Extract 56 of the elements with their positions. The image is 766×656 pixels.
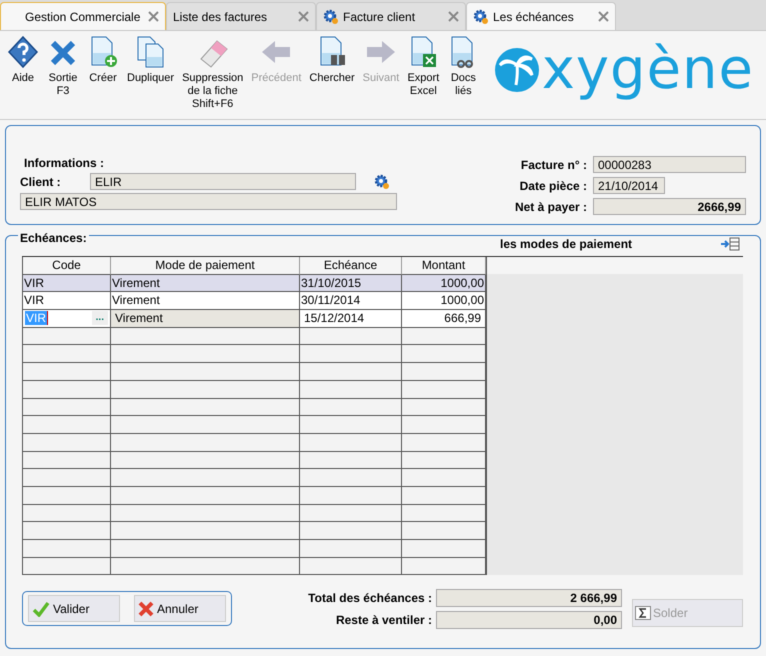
tab[interactable]: Gestion Commerciale [0, 2, 166, 30]
logo: xygène [492, 35, 762, 105]
tab[interactable]: Liste des factures [166, 2, 316, 30]
total-label: Total des échéances : [307, 591, 432, 605]
close-icon[interactable] [298, 11, 309, 22]
section-title: Informations : [24, 156, 105, 170]
toolbar-button[interactable]: Sortie F3 [44, 35, 82, 98]
cancel-button[interactable]: Annuler [134, 595, 226, 622]
gear-icon [473, 8, 489, 24]
table-cell: Virement [111, 292, 300, 310]
toolbar-button[interactable]: Suppression de la fiche Shift+F6 [179, 35, 246, 111]
tab[interactable]: Facture client [316, 2, 466, 30]
toolbar-button[interactable]: Créer [84, 35, 122, 85]
field-label: Facture n° : [520, 158, 587, 172]
toolbar-button[interactable]: Docs liés [444, 35, 482, 98]
table-cell: 31/10/2015 [300, 274, 402, 292]
tab[interactable]: Les échéances [466, 2, 616, 30]
sigma-icon [635, 606, 651, 620]
help-icon [7, 35, 39, 69]
close-icon[interactable] [598, 11, 609, 22]
gear-icon [374, 174, 390, 190]
input-field[interactable]: 21/10/2014 [593, 177, 665, 194]
gear-icon [323, 8, 339, 24]
toolbar-button[interactable]: Export Excel [404, 35, 442, 98]
client-label: Client : [20, 174, 62, 188]
table-cell[interactable]: VIR ... [23, 310, 111, 328]
input-field[interactable]: 2666,99 [593, 198, 746, 215]
total-label: Reste à ventiler : [334, 613, 432, 627]
table-cell: 15/12/2014 [300, 310, 402, 328]
toolbar-button[interactable]: Aide [4, 35, 42, 85]
column-chooser-icon[interactable] [720, 237, 740, 251]
close-icon[interactable] [148, 11, 159, 22]
table-cell: 666,99 [402, 310, 486, 328]
validate-button[interactable]: Valider [28, 595, 120, 622]
total-field: 0,00 [436, 611, 622, 629]
close-icon[interactable] [448, 11, 459, 22]
check-icon [32, 600, 50, 616]
table-cell: 1000,00 [402, 292, 486, 310]
panel-title: Echéances: [18, 231, 89, 245]
total-field: 2 666,99 [436, 589, 622, 607]
toolbar-button[interactable]: Dupliquer [124, 35, 178, 85]
table-cell: 1000,00 [402, 274, 486, 292]
browse-button[interactable]: ... [92, 311, 108, 326]
client-code-field[interactable]: ELIR [90, 173, 356, 190]
field-label: Date pièce : [518, 178, 587, 192]
table-cell: Virement [111, 274, 300, 292]
input-field[interactable]: 00000283 [593, 156, 746, 173]
table-cell: 30/11/2014 [300, 292, 402, 310]
client-name-field[interactable]: ELIR MATOS [20, 193, 397, 210]
field-label: Net à payer : [514, 200, 587, 214]
table-cell: VIR [23, 292, 111, 310]
table-cell[interactable]: Virement [111, 310, 300, 328]
side-title: les modes de paiement [500, 237, 632, 251]
close-icon [138, 600, 154, 616]
table-cell: VIR [23, 274, 111, 292]
toolbar-button[interactable]: Chercher [306, 35, 358, 85]
